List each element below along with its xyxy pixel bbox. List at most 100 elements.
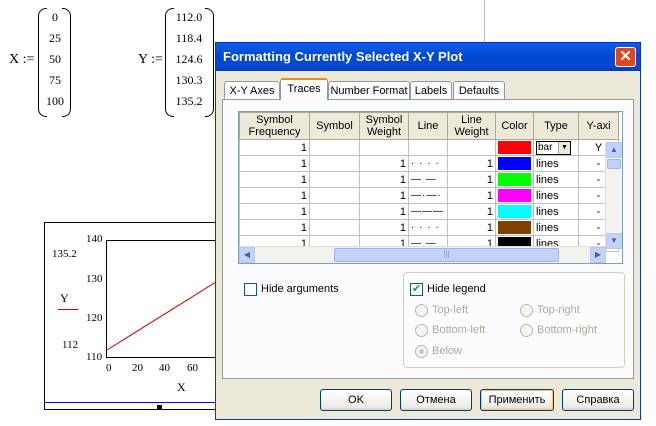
cell-line-weight[interactable]: 1	[447, 155, 496, 172]
legend-below-label[interactable]: Below	[432, 345, 462, 357]
scroll-right-button[interactable]: ▶	[590, 247, 606, 263]
vertical-scroll-thumb[interactable]	[607, 159, 621, 169]
type-dropdown[interactable]: bar ▼	[536, 140, 571, 155]
color-swatch[interactable]	[498, 157, 531, 170]
cell-line-style[interactable]: ———	[408, 203, 448, 220]
hide-arguments-label[interactable]: Hide arguments	[261, 283, 339, 295]
legend-bottom-right-label[interactable]: Bottom-right	[537, 324, 597, 336]
hide-legend-checkbox[interactable]: ✔	[410, 283, 423, 296]
cell-line-weight[interactable]: 1	[447, 203, 496, 220]
table-row[interactable]: 1 1 —·—· 1 lines -	[239, 187, 619, 204]
cell-line-weight[interactable]: 1	[447, 187, 496, 204]
scroll-left-button[interactable]: ◀	[239, 247, 255, 263]
col-header-y-axis[interactable]: Y-axi	[578, 112, 619, 140]
cell-type[interactable]: lines	[533, 187, 579, 204]
table-row[interactable]: 1 bar ▼ Y	[239, 139, 619, 156]
legend-top-right-radio[interactable]	[520, 304, 533, 317]
tab-number-format[interactable]: Number Format	[328, 81, 410, 99]
x-definition[interactable]: X :=	[9, 52, 34, 68]
color-swatch[interactable]	[498, 205, 531, 218]
cancel-button[interactable]: Отмена	[400, 389, 472, 411]
y-min-marker[interactable]: 112	[62, 339, 78, 351]
col-header-line[interactable]: Line	[408, 112, 448, 140]
traces-grid[interactable]: Symbol Frequency Symbol Symbol Weight Li…	[238, 111, 623, 264]
y-axis-label[interactable]: Y	[60, 291, 69, 306]
cell-line-weight[interactable]	[447, 139, 496, 156]
cell-type[interactable]: lines	[533, 155, 579, 172]
cell-type[interactable]: bar ▼	[533, 139, 579, 156]
legend-top-left-label[interactable]: Top-left	[432, 304, 468, 316]
col-header-type[interactable]: Type	[533, 112, 579, 140]
color-swatch[interactable]	[498, 221, 531, 234]
cell-type[interactable]: lines	[533, 171, 579, 188]
cell-color[interactable]	[495, 139, 534, 156]
cell-symbol-weight[interactable]: 1	[359, 219, 409, 236]
col-header-line-weight[interactable]: Line Weight	[447, 112, 496, 140]
x-axis-label[interactable]: X	[177, 380, 186, 395]
help-button[interactable]: Справка	[562, 389, 634, 411]
grid-vertical-scrollbar[interactable]: ▲ ▼	[605, 142, 622, 249]
cell-line-style[interactable]: —·—·	[408, 187, 448, 204]
scroll-up-button[interactable]: ▲	[606, 142, 622, 158]
cell-symbol-weight[interactable]: 1	[359, 187, 409, 204]
col-header-symbol-weight[interactable]: Symbol Weight	[359, 112, 409, 140]
y-definition[interactable]: Y :=	[138, 52, 163, 68]
cell-line-style[interactable]: · · · ·	[408, 155, 448, 172]
cell-line-weight[interactable]: 1	[447, 219, 496, 236]
cell-type[interactable]: lines	[533, 219, 579, 236]
legend-below-radio[interactable]	[415, 345, 428, 358]
legend-top-left-radio[interactable]	[415, 304, 428, 317]
cell-symbol-frequency[interactable]: 1	[239, 219, 310, 236]
hide-arguments-checkbox[interactable]	[244, 283, 257, 296]
cell-color[interactable]	[495, 203, 534, 220]
table-row[interactable]: 1 1 ——— 1 lines -	[239, 203, 619, 220]
tab-defaults[interactable]: Defaults	[453, 81, 505, 99]
cell-symbol[interactable]	[309, 171, 360, 188]
cell-symbol-weight[interactable]: 1	[359, 155, 409, 172]
cell-color[interactable]	[495, 219, 534, 236]
cell-symbol[interactable]	[309, 219, 360, 236]
cell-symbol-weight[interactable]: 1	[359, 203, 409, 220]
table-row[interactable]: 1 1— —1 lines -	[239, 171, 619, 188]
col-header-color[interactable]: Color	[495, 112, 534, 140]
cell-line-style[interactable]: · · · ·	[408, 219, 448, 236]
y-max-marker[interactable]: 135.2	[52, 248, 77, 260]
cell-color[interactable]	[495, 187, 534, 204]
grid-horizontal-scrollbar[interactable]: ◀ ||| ▶	[239, 246, 606, 263]
cell-symbol[interactable]	[309, 139, 360, 156]
tab-traces[interactable]: Traces	[280, 78, 328, 100]
scroll-down-button[interactable]: ▼	[606, 233, 622, 249]
cell-symbol-frequency[interactable]: 1	[239, 171, 310, 188]
color-swatch[interactable]	[498, 189, 531, 202]
ok-button[interactable]: OK	[320, 389, 392, 411]
cell-symbol-weight[interactable]: 1	[359, 171, 409, 188]
cell-symbol[interactable]	[309, 187, 360, 204]
close-button[interactable]: ✕	[615, 47, 636, 67]
apply-button[interactable]: Применить	[480, 389, 554, 411]
tab-xy-axes[interactable]: X-Y Axes	[224, 81, 280, 99]
cell-color[interactable]	[495, 171, 534, 188]
cell-type[interactable]: lines	[533, 203, 579, 220]
hide-legend-label[interactable]: Hide legend	[427, 283, 486, 295]
cell-symbol-frequency[interactable]: 1	[239, 139, 310, 156]
chevron-down-icon[interactable]: ▼	[558, 141, 570, 154]
cell-symbol-weight[interactable]	[359, 139, 409, 156]
cell-line-style[interactable]: — —	[408, 171, 448, 188]
cell-symbol-frequency[interactable]: 1	[239, 203, 310, 220]
col-header-symbol-frequency[interactable]: Symbol Frequency	[239, 112, 310, 140]
color-swatch[interactable]	[498, 173, 531, 186]
plot-resize-handle[interactable]	[157, 405, 162, 410]
cell-symbol-frequency[interactable]: 1	[239, 155, 310, 172]
cell-line-style[interactable]	[408, 139, 448, 156]
tab-labels[interactable]: Labels	[410, 81, 452, 99]
cell-symbol-frequency[interactable]: 1	[239, 187, 310, 204]
legend-bottom-left-label[interactable]: Bottom-left	[432, 324, 485, 336]
cell-line-weight[interactable]: 1	[447, 171, 496, 188]
legend-bottom-left-radio[interactable]	[415, 324, 428, 337]
color-swatch[interactable]	[498, 141, 531, 154]
legend-top-right-label[interactable]: Top-right	[537, 304, 580, 316]
cell-symbol[interactable]	[309, 155, 360, 172]
dialog-titlebar[interactable]: Formatting Currently Selected X-Y Plot ✕	[216, 43, 640, 71]
horizontal-scroll-thumb[interactable]: |||	[334, 248, 559, 262]
cell-color[interactable]	[495, 155, 534, 172]
